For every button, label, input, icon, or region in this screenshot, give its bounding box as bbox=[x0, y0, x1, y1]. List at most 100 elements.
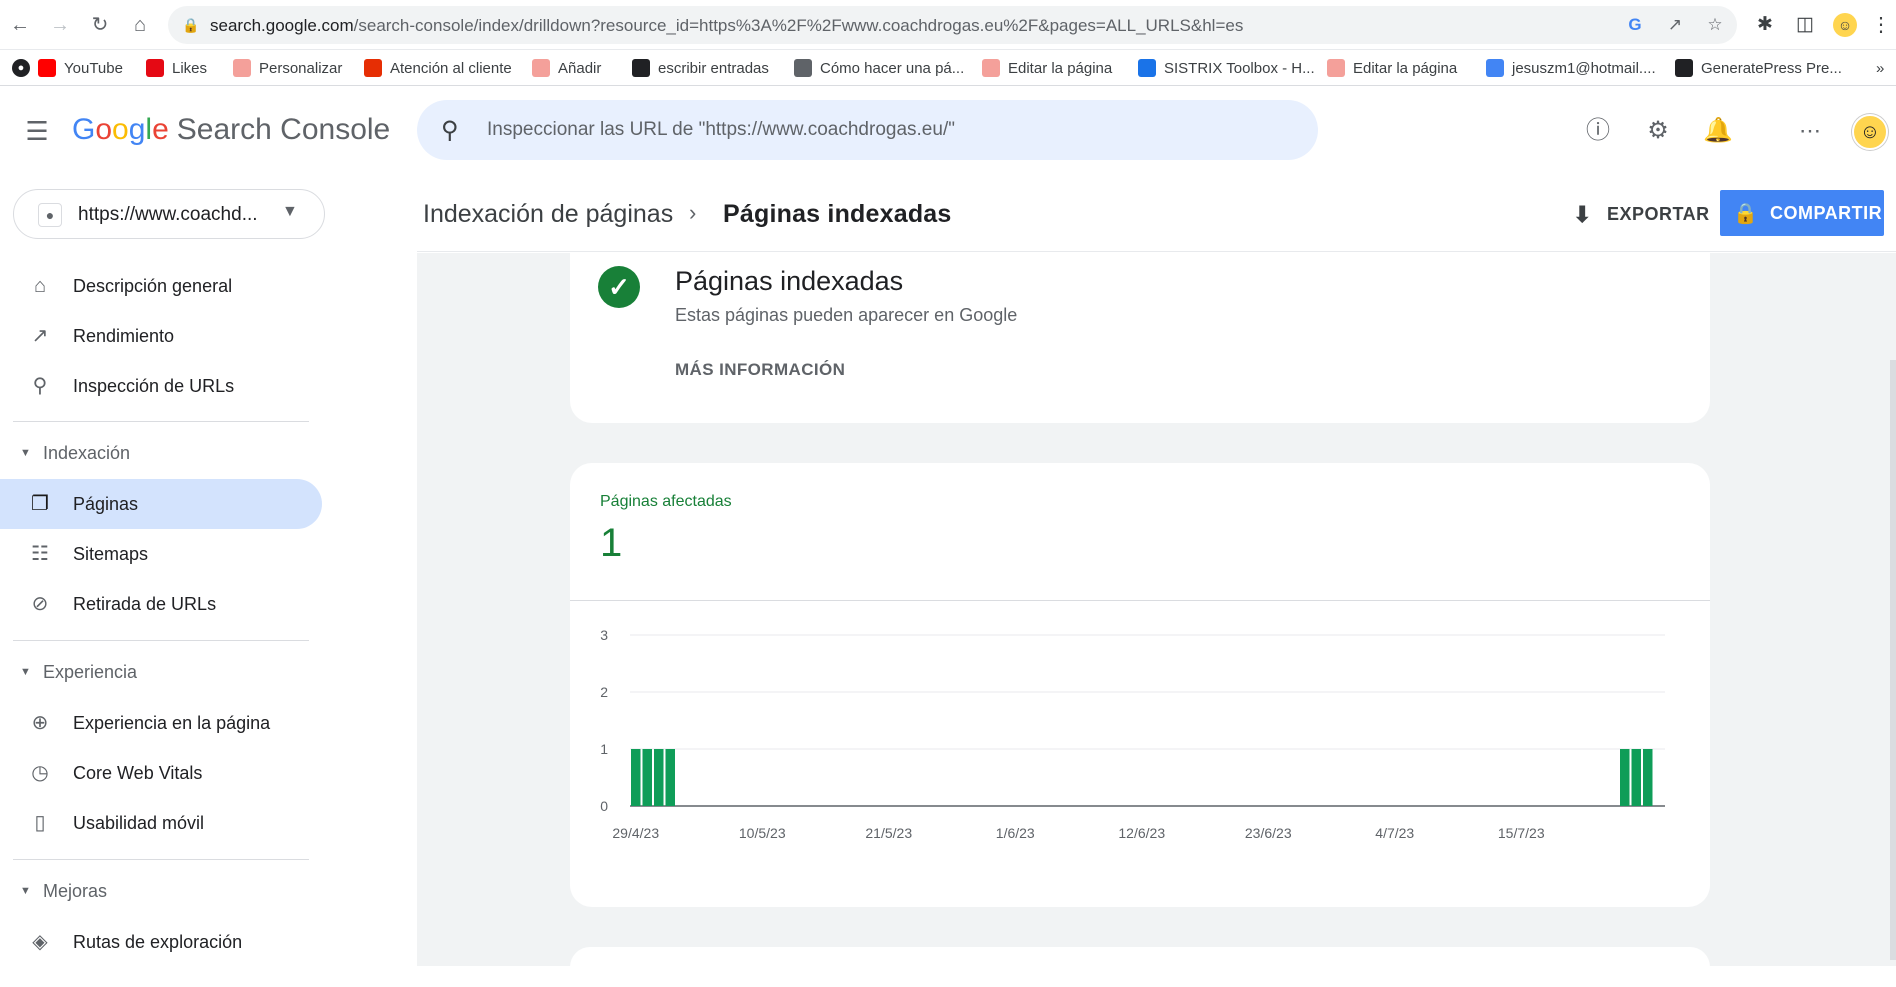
breadcrumb-parent-link[interactable]: Indexación de páginas bbox=[423, 200, 673, 229]
x-tick-label: 21/5/23 bbox=[865, 825, 912, 841]
sidebar-section-experience[interactable]: ▼ Experiencia bbox=[0, 652, 322, 692]
more-bookmarks-icon[interactable]: » bbox=[1876, 57, 1884, 79]
scrollbar[interactable] bbox=[1890, 360, 1896, 960]
address-bar[interactable]: 🔒 search.google.com/search-console/index… bbox=[168, 6, 1737, 44]
bookmark-star-icon[interactable]: ☆ bbox=[1705, 15, 1725, 35]
profile-avatar-icon[interactable]: ☺ bbox=[1833, 13, 1857, 37]
extensions-icon[interactable]: ✱ bbox=[1753, 13, 1777, 37]
sidebar-item-label: Páginas bbox=[73, 493, 139, 514]
sidebar-divider bbox=[13, 640, 309, 641]
bookmark-item[interactable]: escribir entradas bbox=[632, 57, 769, 79]
url-inspection-search[interactable]: ⚲ bbox=[417, 100, 1318, 160]
sidebar-item-url-inspection[interactable]: ⚲ Inspección de URLs bbox=[0, 361, 322, 411]
speed-icon: ◷ bbox=[31, 762, 49, 784]
chart-card: Páginas afectadas 1 0 1 2 3 29/4/23 10/5/23 21… bbox=[570, 463, 1710, 907]
sidebar-section-indexing[interactable]: ▼ Indexación bbox=[0, 433, 322, 473]
side-panel-icon[interactable]: ◫ bbox=[1793, 13, 1817, 37]
sidebar-item-label: Retirada de URLs bbox=[73, 593, 217, 614]
status-card: ✓ Páginas indexadas Estas páginas pueden… bbox=[570, 253, 1710, 423]
account-avatar[interactable]: ☺ bbox=[1852, 114, 1888, 150]
search-console-logo[interactable]: Google Search Console bbox=[72, 113, 390, 147]
help-icon[interactable]: ⓘ bbox=[1583, 116, 1613, 146]
sidebar-item-label: Experiencia en la página bbox=[73, 712, 271, 733]
add-circle-icon: ⊕ bbox=[31, 712, 49, 734]
page-header: Indexación de páginas › Páginas indexada… bbox=[417, 178, 1896, 252]
chart-bar[interactable] bbox=[665, 749, 676, 806]
url-inspection-input[interactable] bbox=[487, 114, 1287, 146]
x-tick-label: 4/7/23 bbox=[1375, 825, 1414, 841]
users-settings-icon[interactable]: ⚙ bbox=[1643, 116, 1673, 146]
page-icon bbox=[794, 59, 812, 77]
bookmark-item[interactable]: Editar la página bbox=[1327, 57, 1457, 79]
browser-menu-icon[interactable]: ⋮ bbox=[1869, 13, 1893, 37]
site-icon bbox=[532, 59, 550, 77]
chart-bar[interactable] bbox=[1631, 749, 1642, 806]
sidebar-item-sitemaps[interactable]: ☷ Sitemaps bbox=[0, 529, 322, 579]
pages-icon: ❐ bbox=[31, 493, 49, 515]
indexed-pages-chart[interactable]: 0 1 2 3 29/4/23 10/5/23 21/5/23 1/6/23 12/6/23 23… bbox=[570, 601, 1710, 901]
bookmark-item[interactable]: Añadir bbox=[532, 57, 601, 79]
bookmark-label: escribir entradas bbox=[658, 59, 769, 77]
bookmark-item[interactable]: Likes bbox=[146, 57, 207, 79]
share-button[interactable]: 🔒 COMPARTIR bbox=[1720, 190, 1884, 236]
sidebar-item-page-experience[interactable]: ⊕ Experiencia en la página bbox=[0, 698, 322, 748]
bookmark-item[interactable]: Personalizar bbox=[233, 57, 342, 79]
home-icon: ⌂ bbox=[33, 275, 47, 297]
search-icon: ⚲ bbox=[32, 375, 48, 397]
back-icon[interactable]: ← bbox=[8, 13, 32, 37]
sidebar-section-label: Indexación bbox=[43, 442, 131, 463]
bookmark-label: Cómo hacer una pá... bbox=[820, 59, 965, 77]
sidebar-item-label: Rendimiento bbox=[73, 325, 175, 346]
url-domain: search.google.com bbox=[210, 16, 354, 35]
chart-bar[interactable] bbox=[1620, 749, 1630, 806]
y-tick-label: 1 bbox=[600, 741, 608, 757]
sidebar-item-label: Inspección de URLs bbox=[73, 375, 235, 396]
sidebar-section-enhancements[interactable]: ▼ Mejoras bbox=[0, 871, 322, 911]
dollar-icon bbox=[632, 59, 650, 77]
url-text[interactable]: search.google.com/search-console/index/d… bbox=[210, 16, 1243, 36]
export-button[interactable]: ⬇ EXPORTAR bbox=[1567, 192, 1709, 236]
learn-more-link[interactable]: MÁS INFORMACIÓN bbox=[675, 360, 845, 380]
site-icon bbox=[233, 59, 251, 77]
chart-bar[interactable] bbox=[654, 749, 664, 806]
bookmark-item[interactable]: jesuszm1@hotmail.... bbox=[1486, 57, 1656, 79]
x-tick-label: 12/6/23 bbox=[1118, 825, 1165, 841]
bookmark-item[interactable]: YouTube bbox=[38, 57, 123, 79]
globe-icon[interactable]: ● bbox=[12, 57, 30, 79]
sidebar-item-pages[interactable]: ❐ Páginas bbox=[0, 479, 322, 529]
apps-grid-icon[interactable]: ⋯ bbox=[1795, 116, 1825, 146]
logo-letter: o bbox=[95, 113, 113, 146]
bookmark-item[interactable]: SISTRIX Toolbox - H... bbox=[1138, 57, 1315, 79]
home-icon[interactable]: ⌂ bbox=[128, 13, 152, 37]
affected-pages-count: 1 bbox=[600, 521, 623, 565]
sidebar-item-core-web-vitals[interactable]: ◷ Core Web Vitals bbox=[0, 748, 322, 798]
site-icon bbox=[1327, 59, 1345, 77]
url-path: /search-console/index/drilldown?resource… bbox=[353, 16, 1244, 35]
property-selector[interactable]: ● https://www.coachd... ▼ bbox=[13, 189, 325, 239]
sidebar-item-removals[interactable]: ⊘ Retirada de URLs bbox=[0, 579, 322, 629]
notifications-bell-icon[interactable]: 🔔 bbox=[1703, 116, 1733, 146]
logo-letter: o bbox=[112, 113, 129, 146]
collapse-triangle-icon: ▼ bbox=[20, 885, 31, 897]
hamburger-menu-icon[interactable]: ☰ bbox=[22, 116, 52, 146]
bookmark-label: SISTRIX Toolbox - H... bbox=[1164, 59, 1315, 77]
sidebar-item-mobile-usability[interactable]: ▯ Usabilidad móvil bbox=[0, 798, 322, 848]
aliexpress-icon bbox=[364, 59, 382, 77]
logo-letter: G bbox=[72, 113, 96, 146]
chart-bar[interactable] bbox=[642, 749, 653, 806]
forward-icon[interactable]: → bbox=[48, 13, 72, 37]
sidebar-item-overview[interactable]: ⌂ Descripción general bbox=[0, 261, 322, 311]
reload-icon[interactable]: ↻ bbox=[88, 13, 112, 37]
share-page-icon[interactable]: ↗ bbox=[1665, 15, 1685, 35]
bookmark-item[interactable]: Cómo hacer una pá... bbox=[794, 57, 964, 79]
sidebar-item-label: Sitemaps bbox=[73, 543, 149, 564]
chart-bar[interactable] bbox=[1643, 749, 1653, 806]
sidebar-item-breadcrumbs[interactable]: ◈ Rutas de exploración bbox=[0, 917, 322, 967]
bookmark-item[interactable]: Atención al cliente bbox=[364, 57, 512, 79]
chart-bar[interactable] bbox=[631, 749, 641, 806]
sidebar-item-performance[interactable]: ↗ Rendimiento bbox=[0, 311, 322, 361]
bookmark-item[interactable]: GeneratePress Pre... bbox=[1675, 57, 1842, 79]
table-card bbox=[570, 947, 1710, 987]
bookmark-item[interactable]: Editar la página bbox=[982, 57, 1112, 79]
google-lens-icon[interactable]: G bbox=[1625, 15, 1645, 35]
